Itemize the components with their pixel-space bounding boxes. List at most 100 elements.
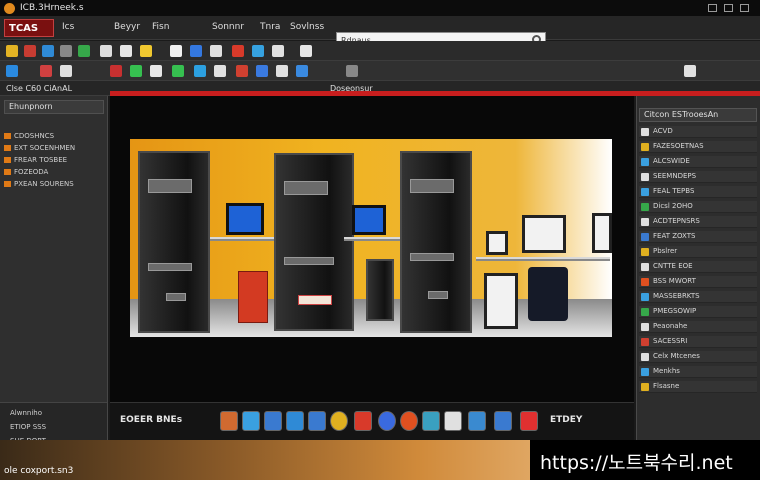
dock-app-icon[interactable] <box>286 411 304 431</box>
dock-app-icon[interactable] <box>308 411 326 431</box>
item-icon <box>641 263 649 271</box>
desk <box>210 237 274 241</box>
dock-app-icon[interactable] <box>494 411 512 431</box>
fill-icon[interactable] <box>252 45 264 57</box>
folder-item[interactable]: PXEAN SOURENS <box>4 180 74 190</box>
crop-icon[interactable] <box>190 45 202 57</box>
canvas-area[interactable] <box>110 96 634 402</box>
window-title: ICB.3Hrneek.s <box>20 3 84 13</box>
item-icon <box>641 128 649 136</box>
left-panel-header: Ehunpnorn <box>4 100 104 114</box>
open-icon[interactable] <box>6 45 18 57</box>
layer-icon[interactable] <box>6 65 18 77</box>
panel-item[interactable]: ACVD <box>639 126 757 138</box>
swatch-icon[interactable] <box>236 65 248 77</box>
mask-icon[interactable] <box>40 65 52 77</box>
footer-item[interactable]: Alwnniho <box>10 409 42 417</box>
menu-item-2[interactable]: Beyyr <box>114 22 140 32</box>
desk <box>344 237 404 241</box>
panel-item[interactable]: Pbslrer <box>639 246 757 258</box>
panel-item[interactable]: MASSEBRKTS <box>639 291 757 303</box>
effects-icon[interactable] <box>130 65 142 77</box>
panel-item[interactable]: Celx Mtcenes <box>639 351 757 363</box>
print-icon[interactable] <box>42 45 54 57</box>
menu-item-1[interactable]: Ics <box>62 22 74 32</box>
panel-item[interactable]: Flsasne <box>639 381 757 393</box>
close-button[interactable] <box>740 4 749 12</box>
zoom-icon[interactable] <box>300 45 312 57</box>
panel-item[interactable]: FEAL TEPBS <box>639 186 757 198</box>
tower-pc <box>366 259 394 321</box>
red-cabinet <box>238 271 268 323</box>
dock-app-icon[interactable] <box>220 411 238 431</box>
dock-app-icon[interactable] <box>378 411 396 431</box>
panel-item[interactable]: SEEMNDEPS <box>639 171 757 183</box>
dock-app-icon[interactable] <box>354 411 372 431</box>
menu-item-3[interactable]: Fisn <box>152 22 169 32</box>
styles-icon[interactable] <box>256 65 268 77</box>
channels-icon[interactable] <box>194 65 206 77</box>
folder-item[interactable]: CDOSHNCS <box>4 132 54 142</box>
paste-icon[interactable] <box>100 45 112 57</box>
panel-item[interactable]: ALCSWIDE <box>639 156 757 168</box>
right-panel: Citcon ESTrooesAn ACVD FAZESOETNAS ALCSW… <box>636 96 760 442</box>
actions-icon[interactable] <box>276 65 288 77</box>
folder-icon <box>4 169 11 175</box>
office-chair <box>528 267 568 321</box>
panel-item[interactable]: Dicsl 2OHO <box>639 201 757 213</box>
crt-monitor <box>522 215 566 253</box>
minimize-button[interactable] <box>708 4 717 12</box>
select-icon[interactable] <box>170 45 182 57</box>
warning-sign <box>298 295 332 305</box>
dock-app-icon[interactable] <box>242 411 260 431</box>
save-icon[interactable] <box>24 45 36 57</box>
item-icon <box>641 368 649 376</box>
panel-toggle-icon[interactable] <box>684 65 696 77</box>
item-icon <box>641 158 649 166</box>
history-icon[interactable] <box>150 65 162 77</box>
rotate-icon[interactable] <box>210 45 222 57</box>
paths-icon[interactable] <box>214 65 226 77</box>
folder-item[interactable]: EXT SOCENHMEN <box>4 144 75 154</box>
panel-item[interactable]: ACDTEPNSRS <box>639 216 757 228</box>
panel-item[interactable]: FEAT ZOXTS <box>639 231 757 243</box>
panel-item[interactable]: PMEGSOWIP <box>639 306 757 318</box>
menu-item-5[interactable]: Tnra <box>260 22 280 32</box>
menu-item-6[interactable]: Sovlnss <box>290 22 324 32</box>
dock-app-icon[interactable] <box>468 411 486 431</box>
folder-item[interactable]: FREAR TOSBEE <box>4 156 67 166</box>
info-icon[interactable] <box>346 65 358 77</box>
dock-app-icon[interactable] <box>444 411 462 431</box>
dock-app-icon[interactable] <box>422 411 440 431</box>
item-icon <box>641 353 649 361</box>
navigator-icon[interactable] <box>296 65 308 77</box>
menu-bar: TCAS Ics Beyyr Fisn Sonnnr Tnra Sovlnss <box>0 16 760 48</box>
dock-app-icon[interactable] <box>400 411 418 431</box>
undo-icon[interactable] <box>120 45 132 57</box>
photo-preview <box>130 139 612 337</box>
panel-item[interactable]: Menkhs <box>639 366 757 378</box>
filter-icon[interactable] <box>110 65 122 77</box>
panel-item[interactable]: FAZESOETNAS <box>639 141 757 153</box>
footer-item[interactable]: ETIOP SSS <box>10 423 46 431</box>
monitor <box>352 205 386 235</box>
menu-item-4[interactable]: Sonnnr <box>212 22 244 32</box>
panel-item[interactable]: CNTTE EOE <box>639 261 757 273</box>
adjust-icon[interactable] <box>60 65 72 77</box>
watermark: https://노트북수리.net <box>530 440 760 480</box>
color-icon[interactable] <box>172 65 184 77</box>
dock-app-icon[interactable] <box>330 411 348 431</box>
document-tab[interactable]: Clse C60 CiAnAL <box>6 84 72 93</box>
redo-icon[interactable] <box>140 45 152 57</box>
dock-app-icon[interactable] <box>520 411 538 431</box>
maximize-button[interactable] <box>724 4 733 12</box>
cut-icon[interactable] <box>60 45 72 57</box>
panel-item[interactable]: BSS MWORT <box>639 276 757 288</box>
brush-icon[interactable] <box>232 45 244 57</box>
dock-app-icon[interactable] <box>264 411 282 431</box>
text-icon[interactable] <box>272 45 284 57</box>
folder-item[interactable]: FOZEODA <box>4 168 48 178</box>
panel-item[interactable]: Peaonahe <box>639 321 757 333</box>
panel-item[interactable]: SACESSRI <box>639 336 757 348</box>
copy-icon[interactable] <box>78 45 90 57</box>
